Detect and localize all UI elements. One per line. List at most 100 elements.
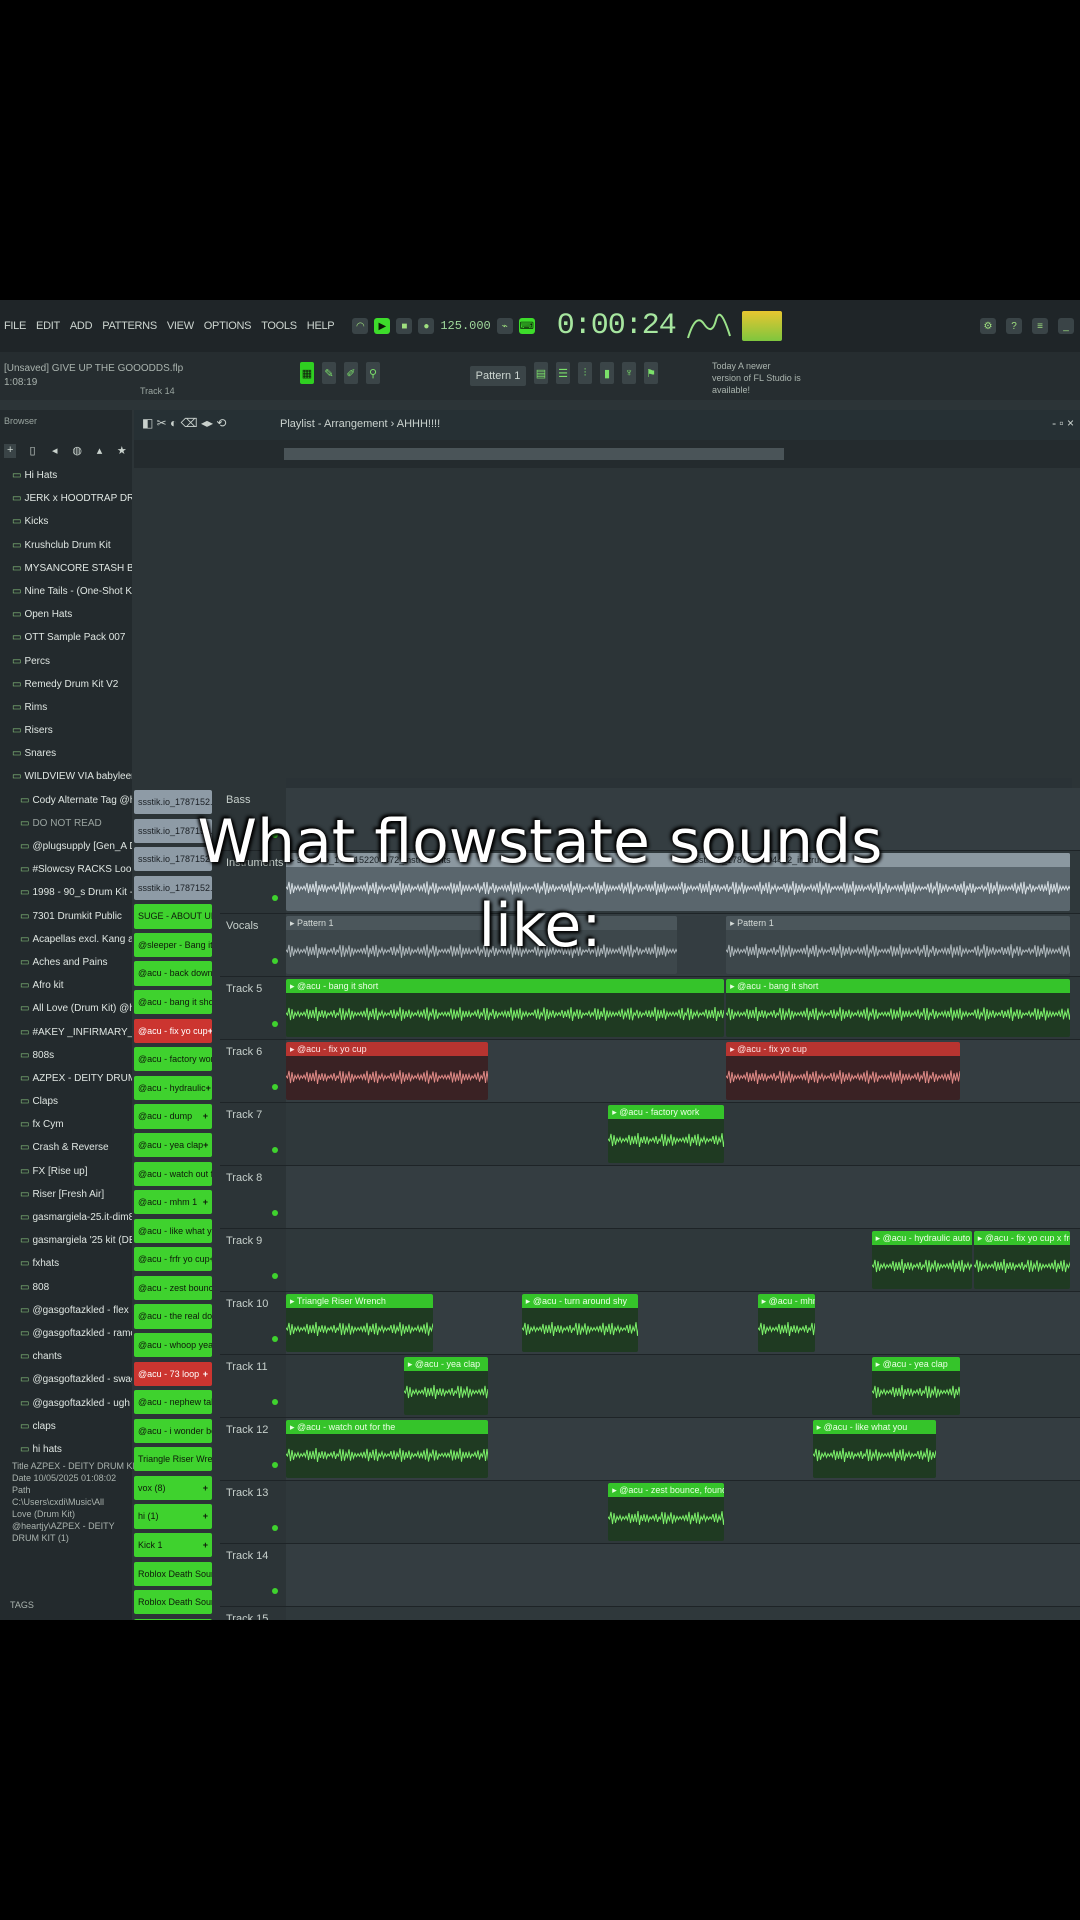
back-icon[interactable]: ◂ [49, 444, 61, 458]
search-icon[interactable]: ◍ [71, 444, 83, 458]
plus-icon[interactable]: + [210, 1247, 212, 1271]
browser-item[interactable]: ▭ Krushclub Drum Kit [0, 534, 132, 557]
plus-icon[interactable]: + [203, 1190, 208, 1214]
track-label[interactable]: Track 10 [226, 1298, 286, 1310]
paint-icon[interactable]: ✎ [322, 362, 336, 384]
menu-add[interactable]: ADD [70, 320, 93, 332]
track-lane[interactable] [286, 1166, 1080, 1228]
browser-item[interactable]: ▭ Open Hats [0, 603, 132, 626]
snap-icon[interactable]: ⌁ [496, 318, 513, 334]
track-label[interactable]: Track 6 [226, 1046, 286, 1058]
browser-item[interactable]: ▭gasmargiela-25.it-dim8624980 [0, 1206, 132, 1229]
browser-item[interactable]: ▭ Snares [0, 742, 132, 765]
up-icon[interactable]: ▴ [93, 444, 105, 458]
menu-view[interactable]: VIEW [167, 320, 194, 332]
browser-item[interactable]: ▭ hi hats [0, 1438, 132, 1461]
browser-item[interactable]: ▭AZPEX - DEITY DRUM KIT (1) [0, 1067, 132, 1090]
track-mute-led[interactable] [272, 1084, 278, 1090]
browser-item[interactable]: ▭@gasgoftazkled - flex 808 [0, 1299, 132, 1322]
channel-button[interactable]: @acu - factory work+ [134, 1047, 212, 1072]
help-icon[interactable]: ? [1006, 318, 1022, 334]
browser-item[interactable]: ▭ Crash & Reverse [0, 1136, 132, 1159]
news-panel[interactable]: Today A newer version of FL Studio is av… [712, 360, 802, 396]
record-button[interactable]: ● [418, 318, 435, 334]
audio-clip[interactable]: ▸ @acu - turn around shy [521, 1294, 638, 1352]
browser-item[interactable]: ▭ fx Cym [0, 1113, 132, 1136]
browser-item[interactable]: ▭ 808s [0, 1044, 132, 1067]
track-label[interactable]: Track 13 [226, 1487, 286, 1499]
audio-clip[interactable]: ▸ @acu - bang it short [286, 979, 725, 1037]
browser-item[interactable]: ▭#AKEY _INFIRMARY_ KIT [0, 1021, 132, 1044]
browser-item[interactable]: ▭ Hi Hats [0, 464, 132, 487]
tempo-tap-icon[interactable]: ⚑ [644, 362, 658, 384]
browser-item[interactable]: ▭ 808 [0, 1276, 132, 1299]
browser-item[interactable]: ▭All Love (Drum Kit) @heartjy [0, 997, 132, 1020]
track-lane[interactable]: ▸ @acu - hydraulic auto stretch▸ @acu - … [286, 1229, 1080, 1291]
browser-item[interactable]: ▭ Afro kit [0, 974, 132, 997]
piano-roll-icon[interactable]: ▤ [534, 362, 548, 384]
pencil-icon[interactable]: ✐ [344, 362, 358, 384]
track-label[interactable]: Track 15 [226, 1613, 286, 1620]
track-mute-led[interactable] [272, 1462, 278, 1468]
browser-item[interactable]: ▭ claps [0, 1415, 132, 1438]
track-lane[interactable]: ▸ @acu - watch out for the ▸ @acu - like … [286, 1418, 1080, 1480]
channel-button[interactable]: @acu - the real doc+ [134, 1304, 212, 1329]
plus-icon[interactable]: + [203, 1533, 208, 1557]
channel-button[interactable]: @acu - hydraulic + [134, 1075, 212, 1100]
channel-rack-icon[interactable]: ☰ [556, 362, 570, 384]
pattern-selector[interactable]: Pattern 1 [470, 366, 526, 386]
file-icon[interactable]: ▯ [26, 444, 38, 458]
browser-item[interactable]: ▭gasmargiela '25 kit (DEMO) [0, 1229, 132, 1252]
track-label[interactable]: Track 12 [226, 1424, 286, 1436]
channel-button[interactable]: Roblox Death Sound+ [134, 1561, 212, 1586]
add-icon[interactable]: + [4, 444, 17, 458]
playlist-shortcut-icon[interactable]: ▦ [300, 362, 314, 384]
audio-clip[interactable]: ▸ @acu - fix yo cup [286, 1042, 489, 1100]
plus-icon[interactable]: + [203, 1362, 208, 1386]
menu-file[interactable]: FILE [4, 320, 26, 332]
window-controls-icon[interactable]: - ▫ × [1052, 416, 1074, 430]
browser-item[interactable]: ▭ chants [0, 1345, 132, 1368]
channel-button[interactable]: @acu - frfr yo cup+ [134, 1247, 212, 1272]
channel-button[interactable]: @acu - watch out for+ [134, 1161, 212, 1186]
typing-keyboard-icon[interactable]: ⌨ [518, 318, 535, 334]
channel-button[interactable]: vox (8) + [134, 1475, 212, 1501]
track-mute-led[interactable] [272, 1336, 278, 1342]
plugin-icon[interactable]: ⚲ [366, 362, 380, 384]
audio-clip[interactable]: ▸ @acu - factory work [608, 1105, 725, 1163]
plus-icon[interactable]: + [203, 1476, 208, 1500]
menu-tools[interactable]: TOOLS [261, 320, 297, 332]
menu-help[interactable]: HELP [307, 320, 335, 332]
audio-clip[interactable]: ▸ @acu - watch out for the [286, 1420, 489, 1478]
track-lane[interactable] [286, 1607, 1080, 1620]
track-lane[interactable]: ▸ @acu - yea clap ▸ @acu - yea clap [286, 1355, 1080, 1417]
browser-item[interactable]: ▭ Rims [0, 696, 132, 719]
audio-clip[interactable]: ▸ Triangle Riser Wrench [286, 1294, 434, 1352]
track-label[interactable]: Track 5 [226, 983, 286, 995]
track-lane[interactable]: ▸ @acu - factory work [286, 1103, 1080, 1165]
settings-icon[interactable]: ⚙ [980, 318, 996, 334]
track-lane[interactable]: ▸ @acu - bang it short ▸ @acu - bang it s… [286, 977, 1080, 1039]
track-label[interactable]: Track 8 [226, 1172, 286, 1184]
browser-item[interactable]: ▭JERK x HOODTRAP DRUM KIT dopekit [0, 487, 132, 510]
metronome-icon[interactable]: ◠ [352, 318, 369, 334]
track-label[interactable]: Track 11 [226, 1361, 286, 1373]
audio-clip[interactable]: ▸ @acu - mhm 1 [757, 1294, 815, 1352]
track-lane[interactable]: ▸ @acu - fix yo cup ▸ @acu - fix yo cup [286, 1040, 1080, 1102]
track-mute-led[interactable] [272, 1147, 278, 1153]
channel-button[interactable]: @acu - zest bounce+ [134, 1275, 212, 1301]
plus-icon[interactable]: + [208, 1019, 212, 1043]
channel-button[interactable]: @acu - mhm 1 + [134, 1190, 212, 1215]
browser-item[interactable]: ▭ Kicks [0, 510, 132, 533]
channel-button[interactable]: hi (1) + [134, 1504, 212, 1529]
channel-button[interactable]: @acu - fix yo cup + [134, 1018, 212, 1043]
plus-icon[interactable]: + [203, 1104, 208, 1128]
browser-item[interactable]: ▭ Riser [Fresh Air] [0, 1183, 132, 1206]
track-mute-led[interactable] [272, 1210, 278, 1216]
overview-strip[interactable] [284, 448, 784, 460]
track-mute-led[interactable] [272, 1588, 278, 1594]
browser-item[interactable]: ▭@gasgoftazkled - ugh chant [0, 1392, 132, 1415]
track-label[interactable]: Track 14 [226, 1550, 286, 1562]
menu-options[interactable]: OPTIONS [204, 320, 252, 332]
channel-button[interactable]: @acu - bang it short+ [134, 990, 212, 1015]
